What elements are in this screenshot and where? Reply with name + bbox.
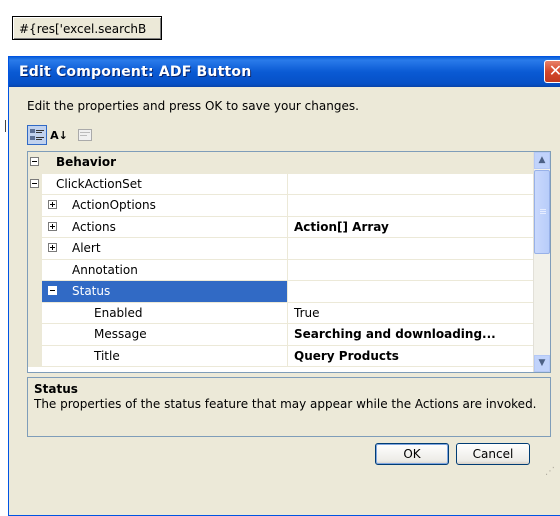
- property-name: Title: [94, 348, 120, 363]
- property-name: Enabled: [94, 305, 143, 320]
- property-row[interactable]: Actions Action[] Array: [28, 216, 534, 238]
- property-name-cell[interactable]: ClickActionSet: [30, 173, 288, 194]
- property-rows: Behavior ClickActionSet ActionOptions Actio…: [28, 152, 534, 367]
- property-row[interactable]: Alert: [28, 238, 534, 260]
- vertical-scrollbar[interactable]: ▲ ▼: [533, 152, 550, 372]
- property-name-cell[interactable]: Alert: [42, 238, 288, 259]
- collapse-icon[interactable]: [48, 286, 57, 295]
- ok-button[interactable]: OK: [375, 443, 449, 465]
- row-margin: [28, 281, 42, 302]
- property-value[interactable]: True: [288, 303, 534, 324]
- property-name: Annotation: [72, 262, 138, 277]
- property-value[interactable]: Action[] Array: [288, 217, 534, 238]
- expand-icon[interactable]: [48, 243, 57, 252]
- cancel-button[interactable]: Cancel: [456, 443, 530, 465]
- property-value[interactable]: [288, 195, 534, 216]
- property-row[interactable]: Status: [28, 281, 534, 303]
- property-name-cell[interactable]: Title: [42, 345, 288, 366]
- dialog-title: Edit Component: ADF Button: [19, 64, 252, 80]
- property-value[interactable]: [288, 174, 534, 195]
- property-value[interactable]: Searching and downloading...: [288, 324, 534, 345]
- property-name: Message: [94, 327, 147, 341]
- property-name-cell[interactable]: Enabled: [42, 302, 288, 323]
- property-value[interactable]: [288, 238, 534, 259]
- property-name-cell[interactable]: Annotation: [42, 259, 288, 280]
- expand-icon[interactable]: [48, 221, 57, 231]
- property-name: Behavior: [56, 155, 117, 169]
- alphabetical-view-button[interactable]: A↓: [49, 125, 69, 145]
- grip-icon: [540, 209, 546, 210]
- description-title: Status: [34, 382, 78, 396]
- resize-grip-icon[interactable]: ⋰: [545, 466, 555, 477]
- property-name: ActionOptions: [72, 198, 156, 212]
- property-name-cell[interactable]: Behavior: [30, 152, 288, 173]
- edit-component-dialog: Edit Component: ADF Button ✕ Edit the pr…: [8, 56, 560, 516]
- row-margin: [28, 216, 42, 237]
- close-icon[interactable]: ✕: [544, 60, 560, 83]
- property-name: Actions: [72, 219, 116, 234]
- background-cell-button[interactable]: #{res['excel.searchB: [12, 16, 162, 40]
- row-margin: [28, 324, 42, 345]
- property-grid: Behavior ClickActionSet ActionOptions Actio…: [27, 151, 551, 373]
- property-pages-button[interactable]: [75, 125, 95, 145]
- property-row[interactable]: Annotation: [28, 259, 534, 281]
- description-panel: Status The properties of the status feat…: [27, 377, 551, 437]
- row-margin: [28, 259, 42, 280]
- property-name-cell[interactable]: Message: [42, 324, 288, 345]
- row-margin: [28, 302, 42, 323]
- property-row[interactable]: Enabled True: [28, 302, 534, 324]
- scroll-up-icon[interactable]: ▲: [534, 152, 550, 169]
- row-margin: [28, 238, 42, 259]
- property-row[interactable]: ClickActionSet: [28, 173, 534, 195]
- categorized-icon: [30, 129, 44, 140]
- sort-alpha-icon: A↓: [50, 128, 68, 142]
- property-row[interactable]: Message Searching and downloading...: [28, 324, 534, 346]
- instructions-text: Edit the properties and press OK to save…: [27, 99, 359, 113]
- row-margin: [28, 345, 42, 366]
- property-row[interactable]: Title Query Products: [28, 345, 534, 367]
- property-row[interactable]: ActionOptions: [28, 195, 534, 217]
- property-row[interactable]: Behavior: [28, 152, 534, 174]
- property-name-cell[interactable]: Status: [42, 281, 288, 302]
- property-name-cell[interactable]: Actions: [42, 216, 288, 237]
- property-value[interactable]: [288, 281, 534, 302]
- property-pages-icon: [78, 129, 92, 141]
- collapse-icon[interactable]: [30, 157, 39, 166]
- property-value[interactable]: Query Products: [288, 346, 534, 367]
- dialog-titlebar[interactable]: Edit Component: ADF Button ✕: [9, 57, 560, 87]
- categorized-view-button[interactable]: [27, 125, 47, 145]
- expand-icon[interactable]: [48, 200, 57, 209]
- property-name: ClickActionSet: [56, 176, 142, 191]
- scroll-down-icon[interactable]: ▼: [534, 355, 550, 372]
- collapse-icon[interactable]: [30, 178, 39, 188]
- background-divider: [5, 120, 6, 132]
- row-margin: [28, 195, 42, 216]
- property-value[interactable]: [288, 260, 534, 281]
- property-name-cell[interactable]: ActionOptions: [42, 195, 288, 216]
- property-name: Alert: [72, 241, 101, 255]
- description-text: The properties of the status feature tha…: [34, 397, 537, 411]
- scroll-thumb[interactable]: [534, 170, 550, 254]
- property-name: Status: [72, 284, 111, 298]
